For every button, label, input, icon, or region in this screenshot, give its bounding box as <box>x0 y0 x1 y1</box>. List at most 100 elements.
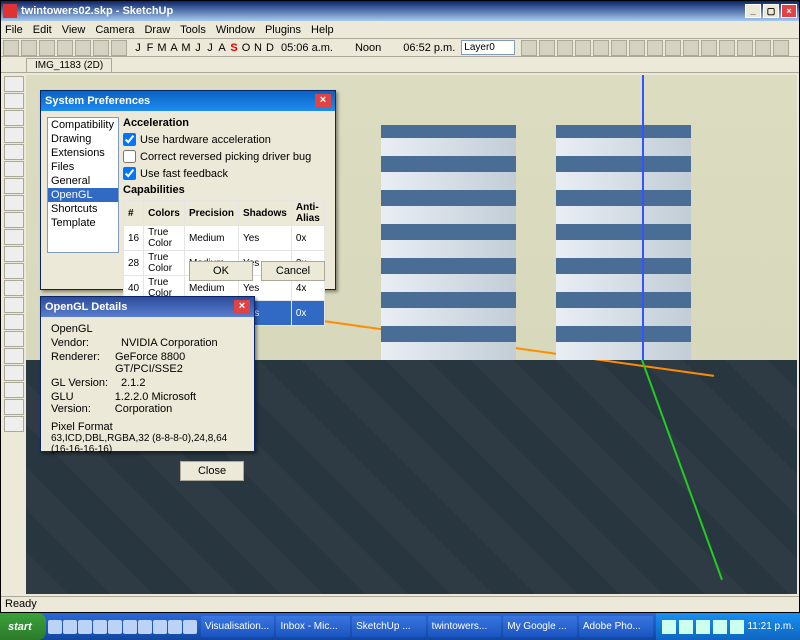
ql-icon[interactable] <box>93 620 107 634</box>
ql-icon[interactable] <box>78 620 92 634</box>
paint-icon[interactable] <box>539 40 555 56</box>
ge-get-icon[interactable] <box>737 40 753 56</box>
ok-button[interactable]: OK <box>189 261 253 281</box>
taskbar-item[interactable]: Inbox - Mic... <box>276 616 350 637</box>
look-icon[interactable] <box>4 416 24 432</box>
menu-edit[interactable]: Edit <box>33 24 52 36</box>
tray-icon[interactable] <box>713 620 727 634</box>
menu-plugins[interactable]: Plugins <box>265 24 301 36</box>
zoom-icon[interactable] <box>4 348 24 364</box>
move-icon[interactable] <box>4 178 24 194</box>
scenes-icon[interactable] <box>647 40 663 56</box>
menu-file[interactable]: File <box>5 24 23 36</box>
ql-icon[interactable] <box>48 620 62 634</box>
cat-opengl[interactable]: OpenGL <box>48 188 118 202</box>
zoom-extents-icon[interactable] <box>4 365 24 381</box>
cat-drawing[interactable]: Drawing <box>48 132 118 146</box>
undo-icon[interactable] <box>57 40 73 56</box>
start-button[interactable]: start <box>0 613 46 640</box>
taskbar-item[interactable]: Visualisation... <box>201 616 275 637</box>
model-info-icon[interactable] <box>111 40 127 56</box>
tray-icon[interactable] <box>696 620 710 634</box>
prev-view-icon[interactable] <box>4 382 24 398</box>
styles-icon[interactable] <box>575 40 591 56</box>
redo-icon[interactable] <box>75 40 91 56</box>
dialog-titlebar[interactable]: System Preferences × <box>41 91 335 111</box>
walk-icon[interactable] <box>4 399 24 415</box>
tray-icon[interactable] <box>679 620 693 634</box>
checkbox-fast-feedback[interactable]: Use fast feedback <box>123 167 325 180</box>
select-icon[interactable] <box>4 76 24 92</box>
display-icon[interactable] <box>683 40 699 56</box>
ql-icon[interactable] <box>138 620 152 634</box>
app-close-button[interactable]: × <box>781 4 797 18</box>
preferences-category-list[interactable]: Compatibility Drawing Extensions Files G… <box>47 117 119 253</box>
pan-icon[interactable] <box>4 331 24 347</box>
dialog-titlebar[interactable]: OpenGL Details × <box>41 297 254 317</box>
warehouse-icon[interactable] <box>701 40 717 56</box>
checkbox-hardware-accel[interactable]: Use hardware acceleration <box>123 133 325 146</box>
paintbucket-icon[interactable] <box>4 280 24 296</box>
cancel-button[interactable]: Cancel <box>261 261 325 281</box>
outliner-icon[interactable] <box>611 40 627 56</box>
clock[interactable]: 11:21 p.m. <box>747 621 794 632</box>
section-icon[interactable] <box>665 40 681 56</box>
menu-help[interactable]: Help <box>311 24 334 36</box>
orbit-icon[interactable] <box>4 314 24 330</box>
ql-icon[interactable] <box>123 620 137 634</box>
layers-icon[interactable] <box>593 40 609 56</box>
cat-shortcuts[interactable]: Shortcuts <box>48 202 118 216</box>
menu-view[interactable]: View <box>62 24 86 36</box>
materials-icon[interactable] <box>557 40 573 56</box>
menu-draw[interactable]: Draw <box>144 24 170 36</box>
tray-icon[interactable] <box>662 620 676 634</box>
close-icon[interactable]: × <box>234 300 250 314</box>
ql-icon[interactable] <box>183 620 197 634</box>
component-icon[interactable] <box>521 40 537 56</box>
cat-general[interactable]: General <box>48 174 118 188</box>
offset-icon[interactable] <box>4 229 24 245</box>
ql-icon[interactable] <box>63 620 77 634</box>
new-icon[interactable] <box>3 40 19 56</box>
ge-place-icon[interactable] <box>773 40 789 56</box>
taskbar-item[interactable]: twintowers... <box>428 616 502 637</box>
cat-template[interactable]: Template <box>48 216 118 230</box>
close-button[interactable]: Close <box>180 461 244 481</box>
line-icon[interactable] <box>4 93 24 109</box>
titlebar[interactable]: twintowers02.skp - SketchUp _ ▢ × <box>1 1 799 21</box>
minimize-button[interactable]: _ <box>745 4 761 18</box>
arc-icon[interactable] <box>4 144 24 160</box>
ql-icon[interactable] <box>168 620 182 634</box>
taskbar-item[interactable]: My Google ... <box>503 616 577 637</box>
rect-icon[interactable] <box>4 110 24 126</box>
text-icon[interactable] <box>4 263 24 279</box>
open-icon[interactable] <box>21 40 37 56</box>
cat-extensions[interactable]: Extensions <box>48 146 118 160</box>
tray-icon[interactable] <box>730 620 744 634</box>
maximize-button[interactable]: ▢ <box>763 4 779 18</box>
ge-toggle-icon[interactable] <box>755 40 771 56</box>
close-icon[interactable]: × <box>315 94 331 108</box>
ge-icon[interactable] <box>719 40 735 56</box>
checkbox-reversed-picking[interactable]: Correct reversed picking driver bug <box>123 150 325 163</box>
menu-tools[interactable]: Tools <box>180 24 206 36</box>
eraser-icon[interactable] <box>4 297 24 313</box>
ql-icon[interactable] <box>153 620 167 634</box>
scale-icon[interactable] <box>4 212 24 228</box>
tape-icon[interactable] <box>4 246 24 262</box>
ql-icon[interactable] <box>108 620 122 634</box>
menu-window[interactable]: Window <box>216 24 255 36</box>
pushpull-icon[interactable] <box>4 161 24 177</box>
taskbar-item[interactable]: Adobe Pho... <box>579 616 653 637</box>
cat-files[interactable]: Files <box>48 160 118 174</box>
layer-select[interactable] <box>461 40 515 55</box>
circle-icon[interactable] <box>4 127 24 143</box>
taskbar-item[interactable]: SketchUp ... <box>352 616 426 637</box>
menu-camera[interactable]: Camera <box>95 24 134 36</box>
shadow-time-control[interactable]: J F M A M J J A S O N D 05:06 a.m. Noon … <box>133 42 455 54</box>
print-icon[interactable] <box>93 40 109 56</box>
shadows-icon[interactable] <box>629 40 645 56</box>
save-icon[interactable] <box>39 40 55 56</box>
scene-tab[interactable]: IMG_1183 (2D) <box>26 58 112 72</box>
cat-compatibility[interactable]: Compatibility <box>48 118 118 132</box>
